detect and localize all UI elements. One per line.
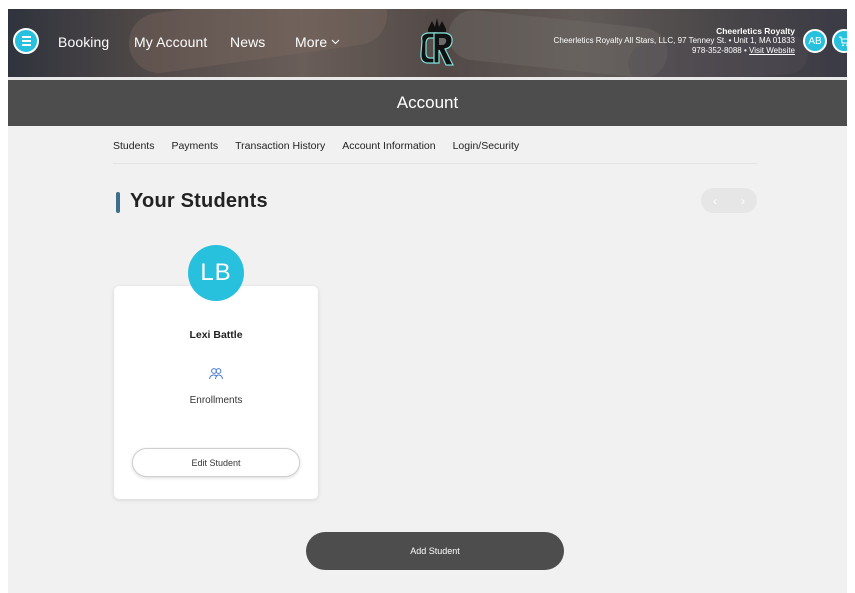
tab-payments[interactable]: Payments: [171, 140, 218, 152]
student-name: Lexi Battle: [189, 329, 243, 341]
hamburger-icon: [21, 35, 31, 47]
nav-more-label: More: [295, 34, 328, 50]
menu-button[interactable]: [13, 28, 39, 54]
pager-next-button[interactable]: ›: [741, 194, 745, 208]
brand-logo[interactable]: [414, 17, 460, 71]
cart-icon: [839, 35, 847, 46]
org-name: Cheerletics Royalty: [716, 26, 795, 36]
student-avatar: LB: [188, 245, 244, 301]
org-contact: 978-352-8088 • Visit Website: [554, 46, 795, 56]
section-title: Your Students: [130, 190, 268, 212]
pager-prev-button[interactable]: ‹: [713, 194, 717, 208]
nav-booking[interactable]: Booking: [58, 34, 109, 50]
enrollments-label[interactable]: Enrollments: [114, 395, 318, 406]
tab-login-security[interactable]: Login/Security: [453, 140, 520, 152]
org-address: Cheerletics Royalty All Stars, LLC, 97 T…: [553, 36, 795, 45]
tab-students[interactable]: Students: [113, 140, 154, 152]
edit-student-button[interactable]: Edit Student: [132, 448, 300, 477]
org-info: Cheerletics Royalty Cheerletics Royalty …: [554, 26, 795, 56]
page-title: Account: [396, 93, 459, 112]
student-pager: ‹ ›: [701, 188, 757, 213]
chevron-down-icon: [331, 39, 340, 45]
org-separator: •: [744, 46, 747, 55]
page-title-bar: Account: [8, 80, 847, 126]
tab-account-information[interactable]: Account Information: [342, 140, 435, 152]
header-divider: [8, 77, 847, 80]
nav-news[interactable]: News: [230, 34, 265, 50]
nav-my-account[interactable]: My Account: [134, 34, 207, 50]
tab-transaction-history[interactable]: Transaction History: [235, 140, 325, 152]
visit-website-link[interactable]: Visit Website: [749, 46, 795, 55]
account-tabs: Students Payments Transaction History Ac…: [113, 140, 519, 152]
app-frame: Booking My Account News More Cheerletics…: [8, 9, 847, 593]
tabs-divider: [113, 163, 757, 164]
section-accent-bar: [116, 192, 120, 213]
nav-more[interactable]: More: [295, 34, 340, 50]
enrollments-icon[interactable]: [208, 367, 224, 381]
user-avatar-button[interactable]: AB: [803, 29, 827, 53]
add-student-button[interactable]: Add Student: [306, 532, 564, 570]
org-phone: 978-352-8088: [691, 46, 742, 55]
